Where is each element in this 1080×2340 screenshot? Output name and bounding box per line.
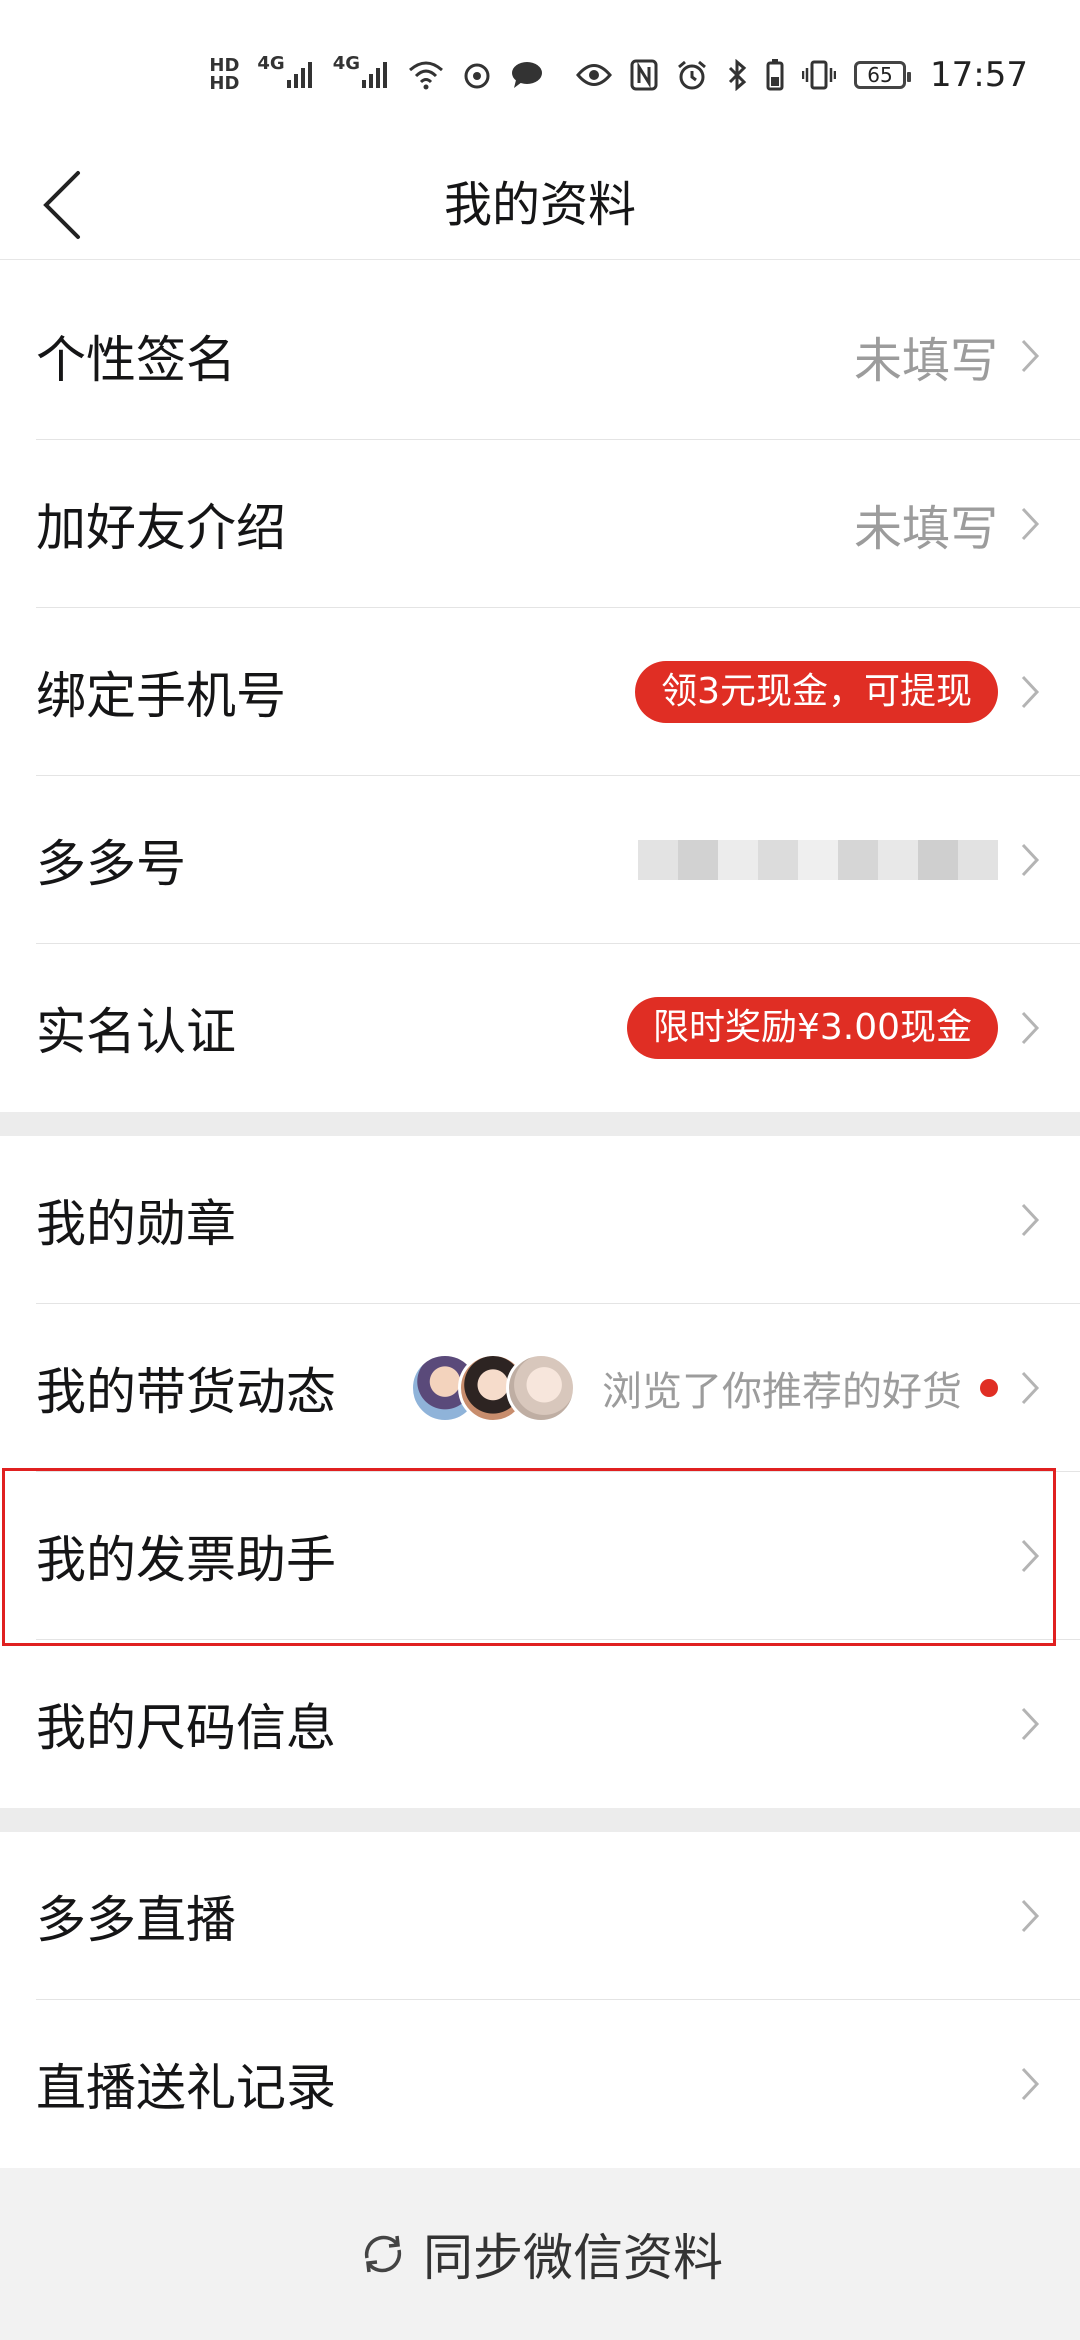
sync-icon: [364, 2235, 402, 2273]
activity-text: 浏览了你推荐的好货: [602, 1369, 962, 1415]
row-label: 我的尺码信息: [36, 1699, 336, 1757]
unread-dot: [980, 1379, 998, 1397]
vibrate-icon: [802, 55, 837, 95]
bluetooth-icon: [726, 55, 748, 95]
chevron-right-icon: [1016, 1704, 1044, 1744]
chevron-right-icon: [1016, 672, 1044, 712]
chevron-right-icon: [1016, 1368, 1044, 1408]
redacted-id-value: [638, 840, 998, 880]
row-value: 未填写: [853, 333, 998, 389]
chevron-right-icon: [1016, 1008, 1044, 1048]
avatar-stack: [410, 1353, 576, 1423]
row-duoduo-live[interactable]: 多多直播: [36, 1832, 1080, 2000]
battery-saver-icon: [766, 55, 784, 95]
eye-icon: [576, 55, 612, 95]
row-label: 加好友介绍: [36, 498, 286, 557]
profile-list: 个性签名 未填写 加好友介绍 未填写 绑定手机号 领3元现金，可提现 多多号 实…: [0, 272, 1080, 2168]
sync-label: 同步微信资料: [423, 2229, 723, 2287]
signal-icon-2: 4G: [333, 55, 390, 95]
chevron-right-icon: [1016, 336, 1044, 376]
row-label: 多多号: [36, 834, 186, 893]
status-bar: HD HD 4G 4G 65 17:57: [0, 0, 1080, 150]
section-divider: [0, 1808, 1080, 1832]
avatar: [506, 1353, 576, 1423]
row-label: 个性签名: [36, 330, 236, 389]
row-friend-intro[interactable]: 加好友介绍 未填写: [36, 440, 1080, 608]
back-button[interactable]: [40, 160, 120, 250]
chevron-right-icon: [1016, 1200, 1044, 1240]
chevron-right-icon: [1016, 1896, 1044, 1936]
row-label: 多多直播: [36, 1890, 236, 1949]
row-my-badges[interactable]: 我的勋章: [36, 1136, 1080, 1304]
cash-reward-badge: 领3元现金，可提现: [635, 661, 998, 723]
chevron-left-icon: [43, 171, 80, 239]
battery-icon: 65: [854, 61, 912, 89]
alarm-icon: [676, 55, 708, 95]
row-invoice-assistant[interactable]: 我的发票助手: [36, 1472, 1080, 1640]
wifi-icon: [408, 55, 444, 95]
row-label: 我的发票助手: [36, 1530, 336, 1589]
row-size-info[interactable]: 我的尺码信息: [36, 1640, 1080, 1808]
row-live-gift-records[interactable]: 直播送礼记录: [36, 2000, 1080, 2168]
row-label: 我的勋章: [36, 1194, 236, 1253]
page-title: 我的资料: [443, 177, 636, 233]
signal-icon: 4G: [257, 55, 314, 95]
section-divider: [0, 1112, 1080, 1136]
row-sales-activity[interactable]: 我的带货动态 浏览了你推荐的好货: [36, 1304, 1080, 1472]
section-live: 多多直播 直播送礼记录: [0, 1832, 1080, 2168]
hotspot-icon: [462, 55, 492, 95]
row-label: 绑定手机号: [36, 666, 286, 725]
section-profile: 个性签名 未填写 加好友介绍 未填写 绑定手机号 领3元现金，可提现 多多号 实…: [0, 272, 1080, 1112]
signal-label-1: 4G: [257, 53, 285, 74]
chevron-right-icon: [1016, 840, 1044, 880]
hd-label-2: HD: [209, 73, 240, 94]
hd-network-icon: HD HD: [209, 55, 239, 95]
chat-icon: [510, 55, 544, 95]
chevron-right-icon: [1016, 2064, 1044, 2104]
section-my-items: 我的勋章 我的带货动态 浏览了你推荐的好货 我的发票助手 我的尺码信息: [0, 1136, 1080, 1808]
nfc-icon: [630, 55, 658, 95]
sync-wechat-button[interactable]: 同步微信资料: [0, 2168, 1080, 2340]
row-duoduo-id[interactable]: 多多号: [36, 776, 1080, 944]
cash-reward-badge: 限时奖励¥3.00现金: [626, 997, 998, 1059]
row-real-name-auth[interactable]: 实名认证 限时奖励¥3.00现金: [36, 944, 1080, 1112]
row-label: 我的带货动态: [36, 1362, 336, 1421]
row-signature[interactable]: 个性签名 未填写: [36, 272, 1080, 440]
chevron-right-icon: [1016, 504, 1044, 544]
status-time: 17:57: [930, 55, 1028, 95]
battery-level: 65: [867, 63, 893, 87]
chevron-right-icon: [1016, 1536, 1044, 1576]
row-label: 直播送礼记录: [36, 2059, 336, 2117]
row-bind-phone[interactable]: 绑定手机号 领3元现金，可提现: [36, 608, 1080, 776]
row-label: 实名认证: [36, 1003, 236, 1061]
nav-bar: 我的资料: [0, 150, 1080, 260]
signal-label-2: 4G: [332, 53, 361, 74]
row-value: 未填写: [853, 501, 998, 557]
